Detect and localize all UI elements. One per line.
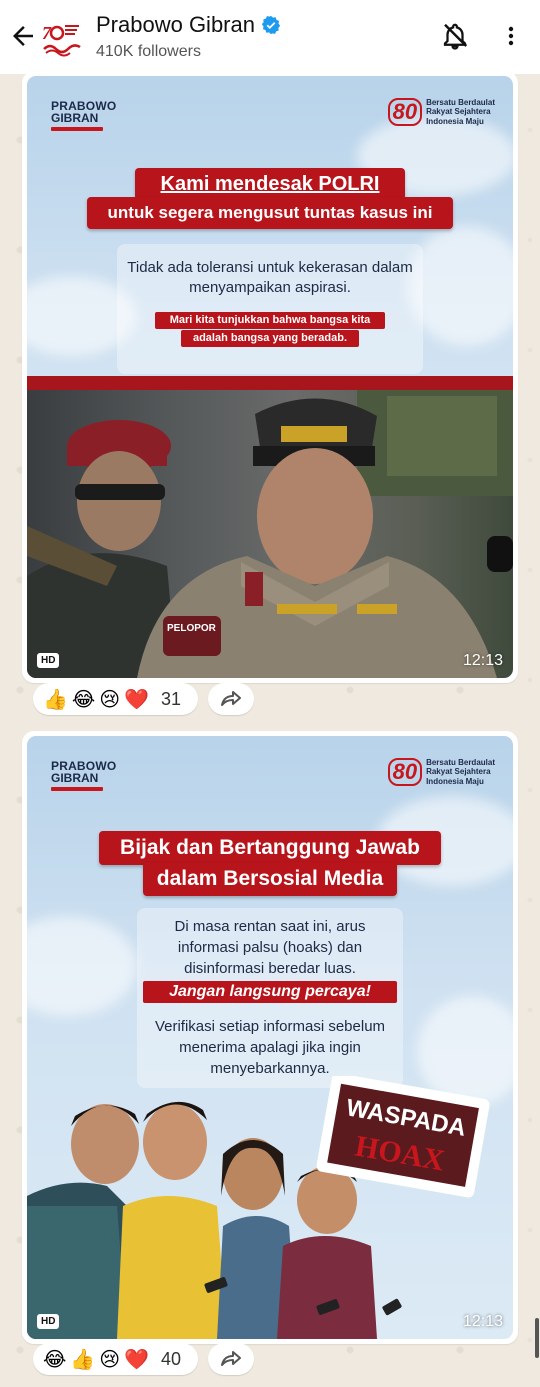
video-duration: 12:13 [462,652,503,669]
motto-line: Indonesia Maju [426,116,484,126]
laughing-reaction-icon: 😂 [71,688,96,711]
reactions-summary-2[interactable]: 😂 👍 😢 ❤️ 40 [33,1343,198,1375]
motto-line: Bersatu Berdaulat [426,758,495,768]
brand-line-2: GIBRAN [51,111,99,125]
mute-notifications-icon[interactable] [440,20,470,52]
forward-button-2[interactable] [208,1343,254,1375]
motto-text: Bersatu Berdaulat Rakyat Sejahtera Indon… [426,98,495,126]
video-thumbnail-2[interactable]: PRABOWO GIBRAN 80 Bersatu Berdaulat Raky… [27,736,513,1339]
forward-arrows-icon [221,691,241,706]
callout-line-1: Mari kita tunjukkan bahwa bangsa kita [155,312,385,329]
channel-message-2[interactable]: PRABOWO GIBRAN 80 Bersatu Berdaulat Raky… [22,731,518,1344]
thumbs-up-reaction-icon: 👍 [43,688,68,711]
motto-line: Bersatu Berdaulat [426,98,495,108]
back-arrow-icon[interactable] [8,21,38,51]
motto-text: Bersatu Berdaulat Rakyat Sejahtera Indon… [426,758,495,786]
brand-underline [51,127,103,131]
headline-line-2: dalam Bersosial Media [143,862,397,896]
motto-line: Rakyat Sejahtera [426,767,491,777]
police-chief-photo: PELOPOR [27,376,513,678]
red-divider-stripe [27,376,513,390]
hut-ri-80-logo-icon: 7 [42,23,81,57]
callout-line-2: adalah bangsa yang beradab. [181,330,359,347]
body-text: Tidak ada toleransi untuk kekerasan dala… [127,259,413,296]
prabowo-gibran-logo: PRABOWO GIBRAN [51,100,116,131]
brand-underline [51,787,103,791]
hd-badge: HD [37,1314,60,1329]
more-options-icon[interactable] [499,22,523,50]
motto-line: Rakyat Sejahtera [426,107,491,117]
body-text-1: Di masa rentan saat ini, arus informasi … [174,918,366,977]
heart-reaction-icon: ❤️ [124,688,150,711]
sad-reaction-icon: 😢 [99,688,121,711]
forward-button-1[interactable] [208,683,254,715]
warning-callout: Jangan langsung percaya! [143,981,397,1003]
sad-reaction-icon: 😢 [99,1348,121,1371]
brand-line-2: GIBRAN [51,771,99,785]
motto-line: Indonesia Maju [426,776,484,786]
channel-header: 7 Prabowo Gibran 410K followers [0,0,540,74]
hd-badge: HD [37,653,60,668]
reaction-count: 40 [161,1348,182,1369]
video-duration: 12:13 [462,1313,503,1330]
channel-avatar[interactable]: 7 [38,15,84,61]
verified-badge-icon [261,15,281,35]
channel-title[interactable]: Prabowo Gibran [96,12,281,38]
forward-arrows-icon [221,1351,241,1366]
young-people-using-phones-illustration: WASPADA HOAX [27,1076,490,1339]
reaction-count: 31 [161,688,182,709]
logo-80-mark: 80 [387,758,423,786]
body-text-2: Verifikasi setiap informasi sebelum mene… [154,1018,386,1077]
scrollbar-thumb[interactable] [535,1318,539,1358]
headline-line-1: Kami mendesak POLRI [135,168,405,200]
heart-reaction-icon: ❤️ [124,1348,150,1371]
cloud-shape [27,916,137,1016]
logo-80-mark: 80 [387,98,423,126]
prabowo-gibran-logo: PRABOWO GIBRAN [51,760,116,791]
pelopor-patch-text: PELOPOR [167,623,217,634]
follower-count: 410K followers [96,43,201,60]
reactions-summary-1[interactable]: 👍 😂 😢 ❤️ 31 [33,683,198,715]
hut-80-logo: 80 Bersatu Berdaulat Rakyat Sejahtera In… [387,98,495,126]
video-thumbnail-1[interactable]: PRABOWO GIBRAN 80 Bersatu Berdaulat Raky… [27,76,513,678]
thumbs-up-reaction-icon: 👍 [70,1348,96,1371]
headline-line-2: untuk segera mengusut tuntas kasus ini [87,197,453,229]
officers-illustration: PELOPOR [27,376,513,678]
channel-message-1[interactable]: PRABOWO GIBRAN 80 Bersatu Berdaulat Raky… [22,71,518,683]
channel-name-text: Prabowo Gibran [96,12,255,37]
laughing-reaction-icon: 😂 [43,1348,67,1371]
hut-80-logo: 80 Bersatu Berdaulat Rakyat Sejahtera In… [387,758,495,786]
headline-line-1: Bijak dan Bertanggung Jawab [99,831,441,865]
